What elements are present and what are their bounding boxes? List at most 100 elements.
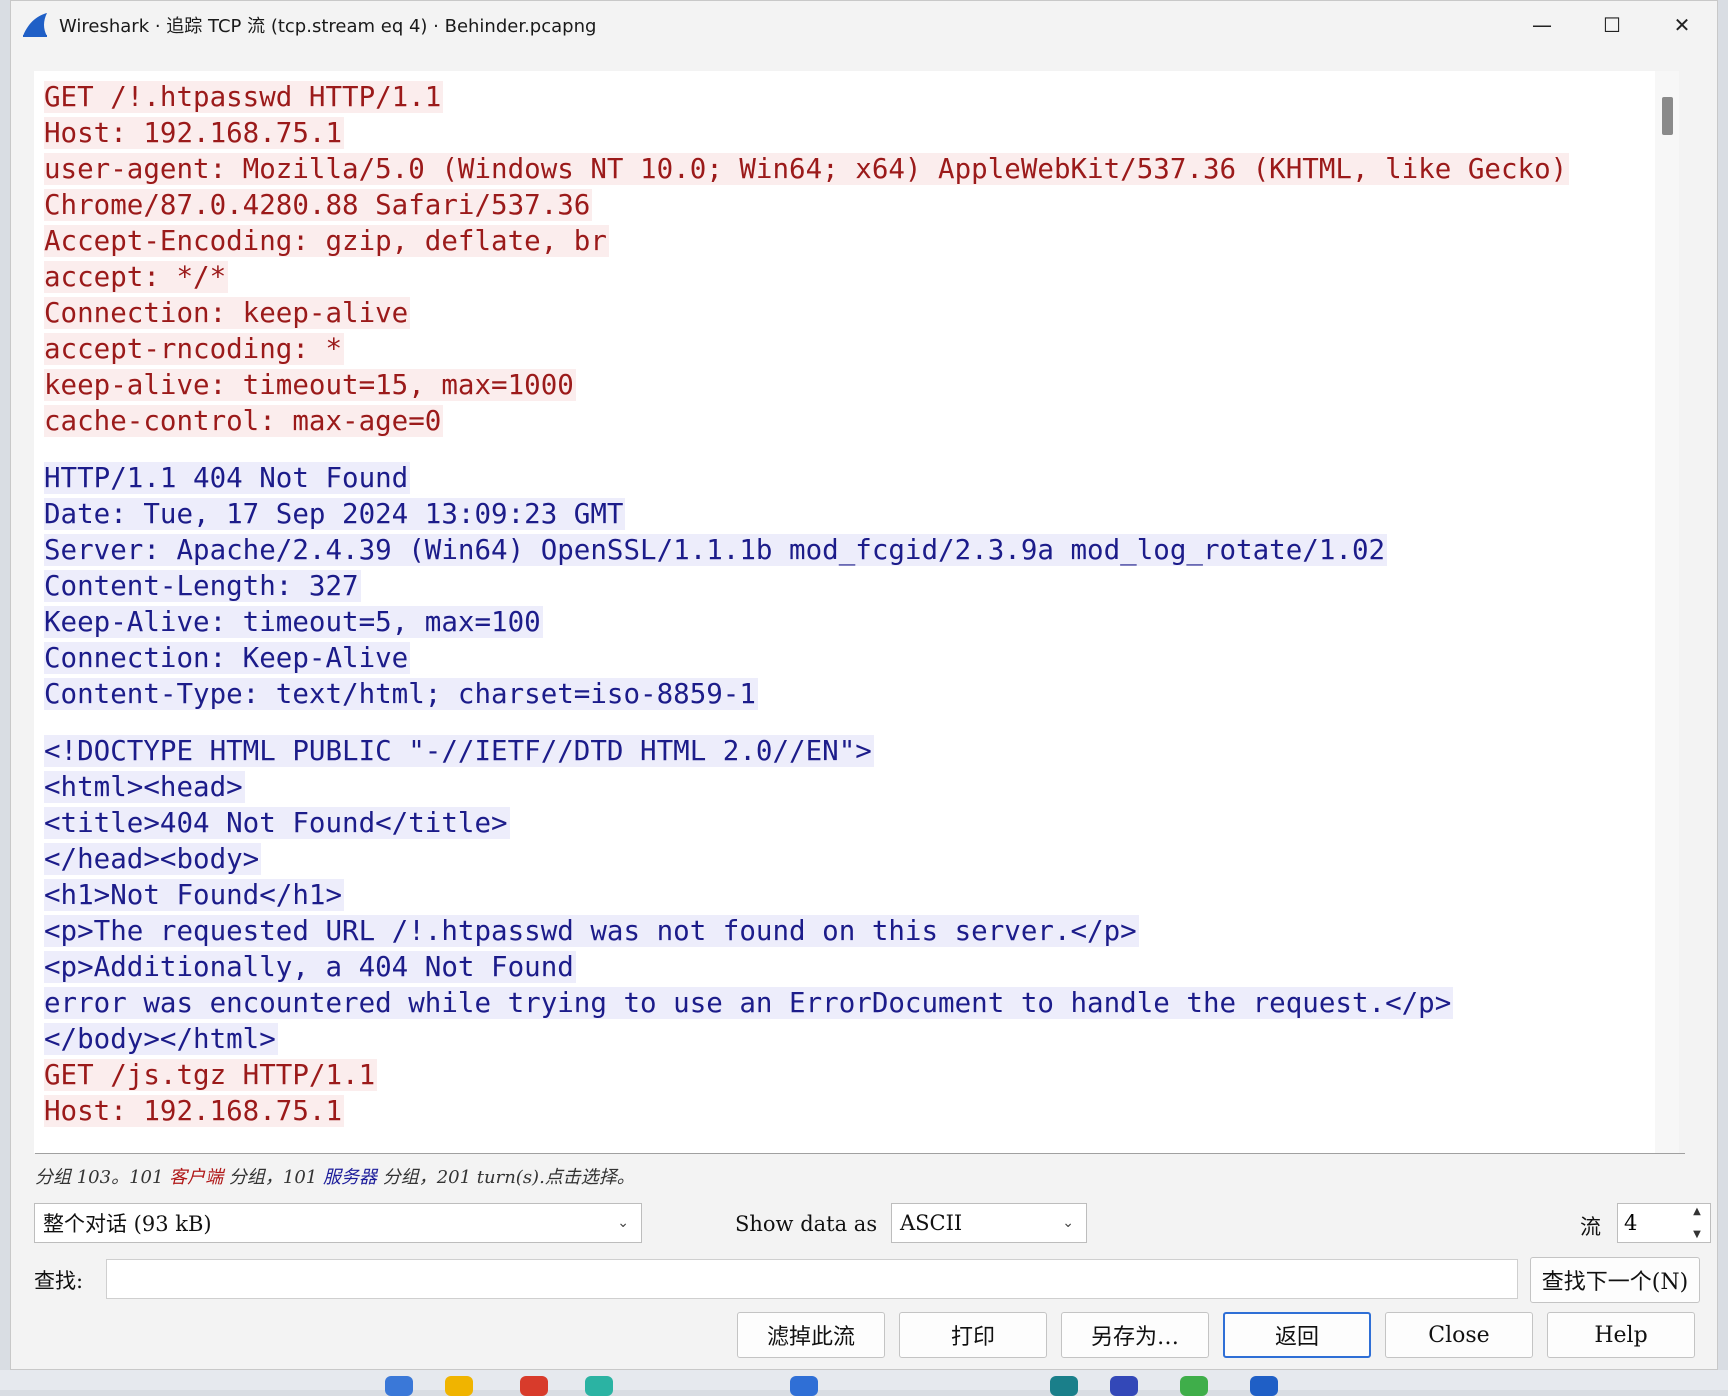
stream-label: 流 bbox=[1580, 1211, 1601, 1241]
stream-line-text: Chrome/87.0.4280.88 Safari/537.36 bbox=[44, 189, 592, 221]
stream-line-text: Accept-Encoding: gzip, deflate, br bbox=[44, 225, 609, 257]
chevron-down-icon: ⌄ bbox=[617, 1215, 629, 1231]
taskbar-app-icon[interactable] bbox=[585, 1376, 613, 1396]
vertical-scrollbar[interactable] bbox=[1655, 71, 1679, 1153]
client-stream-line: Host: 192.168.75.1 bbox=[44, 1093, 1569, 1129]
taskbar-app-icon[interactable] bbox=[1110, 1376, 1138, 1396]
print-button[interactable]: 打印 bbox=[899, 1312, 1047, 1358]
stream-text: GET /!.htpasswd HTTP/1.1 Host: 192.168.75… bbox=[44, 79, 1569, 1129]
stream-content[interactable]: GET /!.htpasswd HTTP/1.1 Host: 192.168.75… bbox=[34, 71, 1679, 1153]
client-stream-line: keep-alive: timeout=15, max=1000 bbox=[44, 367, 1569, 403]
client-stream-line: Connection: keep-alive bbox=[44, 295, 1569, 331]
find-label: 查找: bbox=[34, 1265, 83, 1295]
stream-line-text: </head><body> bbox=[44, 843, 261, 875]
client-label: 客户端 bbox=[169, 1167, 223, 1188]
minimize-button[interactable]: — bbox=[1507, 1, 1577, 49]
client-stream-line: Host: 192.168.75.1 bbox=[44, 115, 1569, 151]
window-controls: — ☐ ✕ bbox=[1507, 1, 1717, 49]
server-stream-line: <p>The requested URL /!.htpasswd was not… bbox=[44, 913, 1569, 949]
server-stream-line: </body></html> bbox=[44, 1021, 1569, 1057]
client-stream-line: Accept-Encoding: gzip, deflate, br bbox=[44, 223, 1569, 259]
server-stream-line: </head><body> bbox=[44, 841, 1569, 877]
client-stream-line: cache-control: max-age=0 bbox=[44, 403, 1569, 439]
stream-line-text: Connection: keep-alive bbox=[44, 297, 410, 329]
chevron-down-icon: ⌄ bbox=[1062, 1215, 1074, 1231]
client-stream-line: accept: */* bbox=[44, 259, 1569, 295]
server-stream-line: <p>Additionally, a 404 Not Found bbox=[44, 949, 1569, 985]
server-stream-line: error was encountered while trying to us… bbox=[44, 985, 1569, 1021]
server-stream-line: <title>404 Not Found</title> bbox=[44, 805, 1569, 841]
close-window-button[interactable]: ✕ bbox=[1647, 1, 1717, 49]
conversation-select[interactable]: 整个对话 (93 kB) ⌄ bbox=[34, 1203, 642, 1243]
show-data-as-label: Show data as bbox=[735, 1212, 877, 1236]
close-button[interactable]: Close bbox=[1385, 1312, 1533, 1358]
server-stream-line: Server: Apache/2.4.39 (Win64) OpenSSL/1.… bbox=[44, 532, 1569, 568]
stream-line-text: Content-Length: 327 bbox=[44, 570, 361, 602]
server-label: 服务器 bbox=[323, 1167, 377, 1188]
stream-line-text: accept-rncoding: * bbox=[44, 333, 344, 365]
stream-line-text: <p>Additionally, a 404 Not Found bbox=[44, 951, 576, 983]
server-stream-line: Keep-Alive: timeout=5, max=100 bbox=[44, 604, 1569, 640]
stream-line-text: Connection: Keep-Alive bbox=[44, 642, 410, 674]
stream-line-text: Keep-Alive: timeout=5, max=100 bbox=[44, 606, 543, 638]
stream-line-text: cache-control: max-age=0 bbox=[44, 405, 443, 437]
server-stream-line: <!DOCTYPE HTML PUBLIC "-//IETF//DTD HTML… bbox=[44, 733, 1569, 769]
client-stream-line: Chrome/87.0.4280.88 Safari/537.36 bbox=[44, 187, 1569, 223]
stream-line-text: </body></html> bbox=[44, 1023, 278, 1055]
divider bbox=[35, 1153, 1685, 1154]
taskbar-app-icon[interactable] bbox=[520, 1376, 548, 1396]
stream-line-text: HTTP/1.1 404 Not Found bbox=[44, 462, 410, 494]
help-button[interactable]: Help bbox=[1547, 1312, 1695, 1358]
stream-line-text: Host: 192.168.75.1 bbox=[44, 117, 344, 149]
taskbar-app-icon[interactable] bbox=[790, 1376, 818, 1396]
maximize-button[interactable]: ☐ bbox=[1577, 1, 1647, 49]
stream-number-spinbox[interactable]: 4 ▲ ▼ bbox=[1617, 1203, 1711, 1243]
stream-line-text: <p>The requested URL /!.htpasswd was not… bbox=[44, 915, 1139, 947]
window-title: Wireshark · 追踪 TCP 流 (tcp.stream eq 4) ·… bbox=[59, 12, 596, 38]
stream-line-text: <!DOCTYPE HTML PUBLIC "-//IETF//DTD HTML… bbox=[44, 735, 874, 767]
stream-line-text: Server: Apache/2.4.39 (Win64) OpenSSL/1.… bbox=[44, 534, 1387, 566]
stream-line-text: user-agent: Mozilla/5.0 (Windows NT 10.0… bbox=[44, 153, 1569, 185]
show-data-as-value: ASCII bbox=[900, 1211, 962, 1235]
stream-line-text: keep-alive: timeout=15, max=1000 bbox=[44, 369, 576, 401]
spin-up-icon[interactable]: ▲ bbox=[1693, 1206, 1701, 1217]
filter-out-stream-button[interactable]: 滤掉此流 bbox=[737, 1312, 885, 1358]
stream-line-text: Host: 192.168.75.1 bbox=[44, 1095, 344, 1127]
server-stream-line: Date: Tue, 17 Sep 2024 13:09:23 GMT bbox=[44, 496, 1569, 532]
server-stream-line: <h1>Not Found</h1> bbox=[44, 877, 1569, 913]
spin-arrows: ▲ ▼ bbox=[1686, 1206, 1708, 1240]
taskbar-app-icon[interactable] bbox=[1050, 1376, 1078, 1396]
taskbar-app-icon[interactable] bbox=[1180, 1376, 1208, 1396]
client-stream-line: user-agent: Mozilla/5.0 (Windows NT 10.0… bbox=[44, 151, 1569, 187]
title-bar: Wireshark · 追踪 TCP 流 (tcp.stream eq 4) ·… bbox=[11, 1, 1717, 49]
taskbar-wireshark-icon[interactable] bbox=[1250, 1376, 1278, 1396]
stream-line-text: Date: Tue, 17 Sep 2024 13:09:23 GMT bbox=[44, 498, 625, 530]
server-stream-line: Connection: Keep-Alive bbox=[44, 640, 1569, 676]
spin-down-icon[interactable]: ▼ bbox=[1693, 1229, 1701, 1240]
stream-line-text: Content-Type: text/html; charset=iso-885… bbox=[44, 678, 758, 710]
taskbar-app-icon[interactable] bbox=[385, 1376, 413, 1396]
follow-tcp-stream-window: Wireshark · 追踪 TCP 流 (tcp.stream eq 4) ·… bbox=[10, 0, 1718, 1370]
taskbar bbox=[0, 1370, 1728, 1390]
stream-line-text: <title>404 Not Found</title> bbox=[44, 807, 510, 839]
back-button[interactable]: 返回 bbox=[1223, 1312, 1371, 1358]
stream-number-value: 4 bbox=[1624, 1211, 1637, 1235]
conversation-select-value: 整个对话 (93 kB) bbox=[43, 1208, 212, 1238]
client-stream-line: GET /js.tgz HTTP/1.1 bbox=[44, 1057, 1569, 1093]
scrollbar-thumb[interactable] bbox=[1662, 97, 1673, 135]
taskbar-app-icon[interactable] bbox=[445, 1376, 473, 1396]
server-stream-line: <html><head> bbox=[44, 769, 1569, 805]
find-input[interactable] bbox=[106, 1259, 1518, 1299]
stream-line-text: accept: */* bbox=[44, 261, 228, 293]
server-stream-line: Content-Type: text/html; charset=iso-885… bbox=[44, 676, 1569, 712]
server-stream-line: Content-Length: 327 bbox=[44, 568, 1569, 604]
stream-line-text: GET /!.htpasswd HTTP/1.1 bbox=[44, 81, 443, 113]
stream-line-text: <html><head> bbox=[44, 771, 245, 803]
packet-status-text: 分组 103。101 客户端 分组，101 服务器 分组，201 turn(s)… bbox=[35, 1163, 635, 1189]
show-data-as-select[interactable]: ASCII ⌄ bbox=[891, 1203, 1087, 1243]
server-stream-line: HTTP/1.1 404 Not Found bbox=[44, 460, 1569, 496]
save-as-button[interactable]: 另存为… bbox=[1061, 1312, 1209, 1358]
wireshark-fin-icon bbox=[21, 11, 49, 39]
client-stream-line: GET /!.htpasswd HTTP/1.1 bbox=[44, 79, 1569, 115]
find-next-button[interactable]: 查找下一个(N) bbox=[1530, 1257, 1700, 1303]
